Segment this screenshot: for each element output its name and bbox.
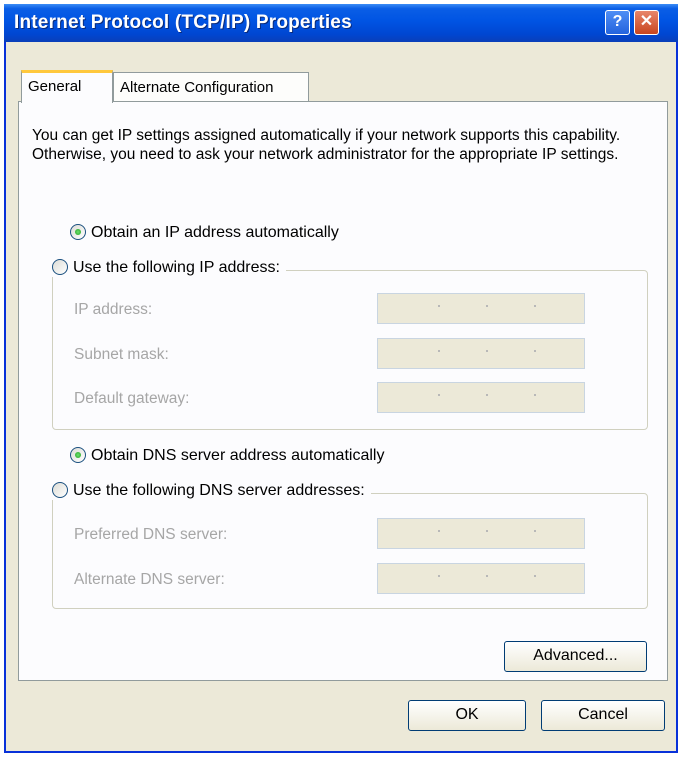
- alternate-dns-label: Alternate DNS server:: [74, 571, 225, 588]
- use-following-ip-radio[interactable]: Use the following IP address:: [52, 258, 286, 277]
- use-following-dns-radio[interactable]: Use the following DNS server addresses:: [52, 481, 371, 500]
- radio-unselected-icon: [52, 258, 68, 275]
- subnet-mask-label: Subnet mask:: [74, 346, 169, 363]
- radio-selected-icon: [70, 446, 86, 463]
- title-bar[interactable]: Internet Protocol (TCP/IP) Properties ? …: [4, 4, 678, 42]
- radio-selected-icon: [70, 223, 86, 240]
- default-gateway-input: [377, 382, 585, 413]
- ip-address-input: [377, 293, 585, 324]
- obtain-dns-auto-label: Obtain DNS server address automatically: [91, 447, 385, 464]
- radio-unselected-icon: [52, 481, 68, 498]
- obtain-dns-auto-radio[interactable]: Obtain DNS server address automatically: [70, 446, 385, 465]
- alternate-dns-input: [377, 563, 585, 594]
- general-tab-panel: You can get IP settings assigned automat…: [18, 101, 668, 681]
- help-button[interactable]: ?: [605, 10, 630, 35]
- use-following-ip-label: Use the following IP address:: [73, 259, 280, 276]
- use-following-dns-label: Use the following DNS server addresses:: [73, 482, 365, 499]
- preferred-dns-label: Preferred DNS server:: [74, 526, 228, 543]
- ip-address-label: IP address:: [74, 301, 153, 318]
- ok-button[interactable]: OK: [408, 700, 526, 731]
- advanced-button[interactable]: Advanced...: [504, 641, 647, 672]
- help-icon: ?: [612, 13, 623, 30]
- tab-general[interactable]: General: [21, 70, 113, 103]
- close-icon: ✕: [639, 13, 654, 30]
- subnet-mask-input: [377, 338, 585, 369]
- preferred-dns-input: [377, 518, 585, 549]
- description-text: You can get IP settings assigned automat…: [32, 127, 621, 163]
- default-gateway-label: Default gateway:: [74, 390, 190, 407]
- close-button[interactable]: ✕: [634, 10, 659, 35]
- window-title: Internet Protocol (TCP/IP) Properties: [14, 12, 352, 33]
- obtain-ip-auto-label: Obtain an IP address automatically: [91, 224, 339, 241]
- dialog-window: Internet Protocol (TCP/IP) Properties ? …: [4, 4, 678, 753]
- cancel-button[interactable]: Cancel: [541, 700, 665, 731]
- obtain-ip-auto-radio[interactable]: Obtain an IP address automatically: [70, 223, 339, 242]
- tab-alternate-configuration[interactable]: Alternate Configuration: [113, 72, 309, 102]
